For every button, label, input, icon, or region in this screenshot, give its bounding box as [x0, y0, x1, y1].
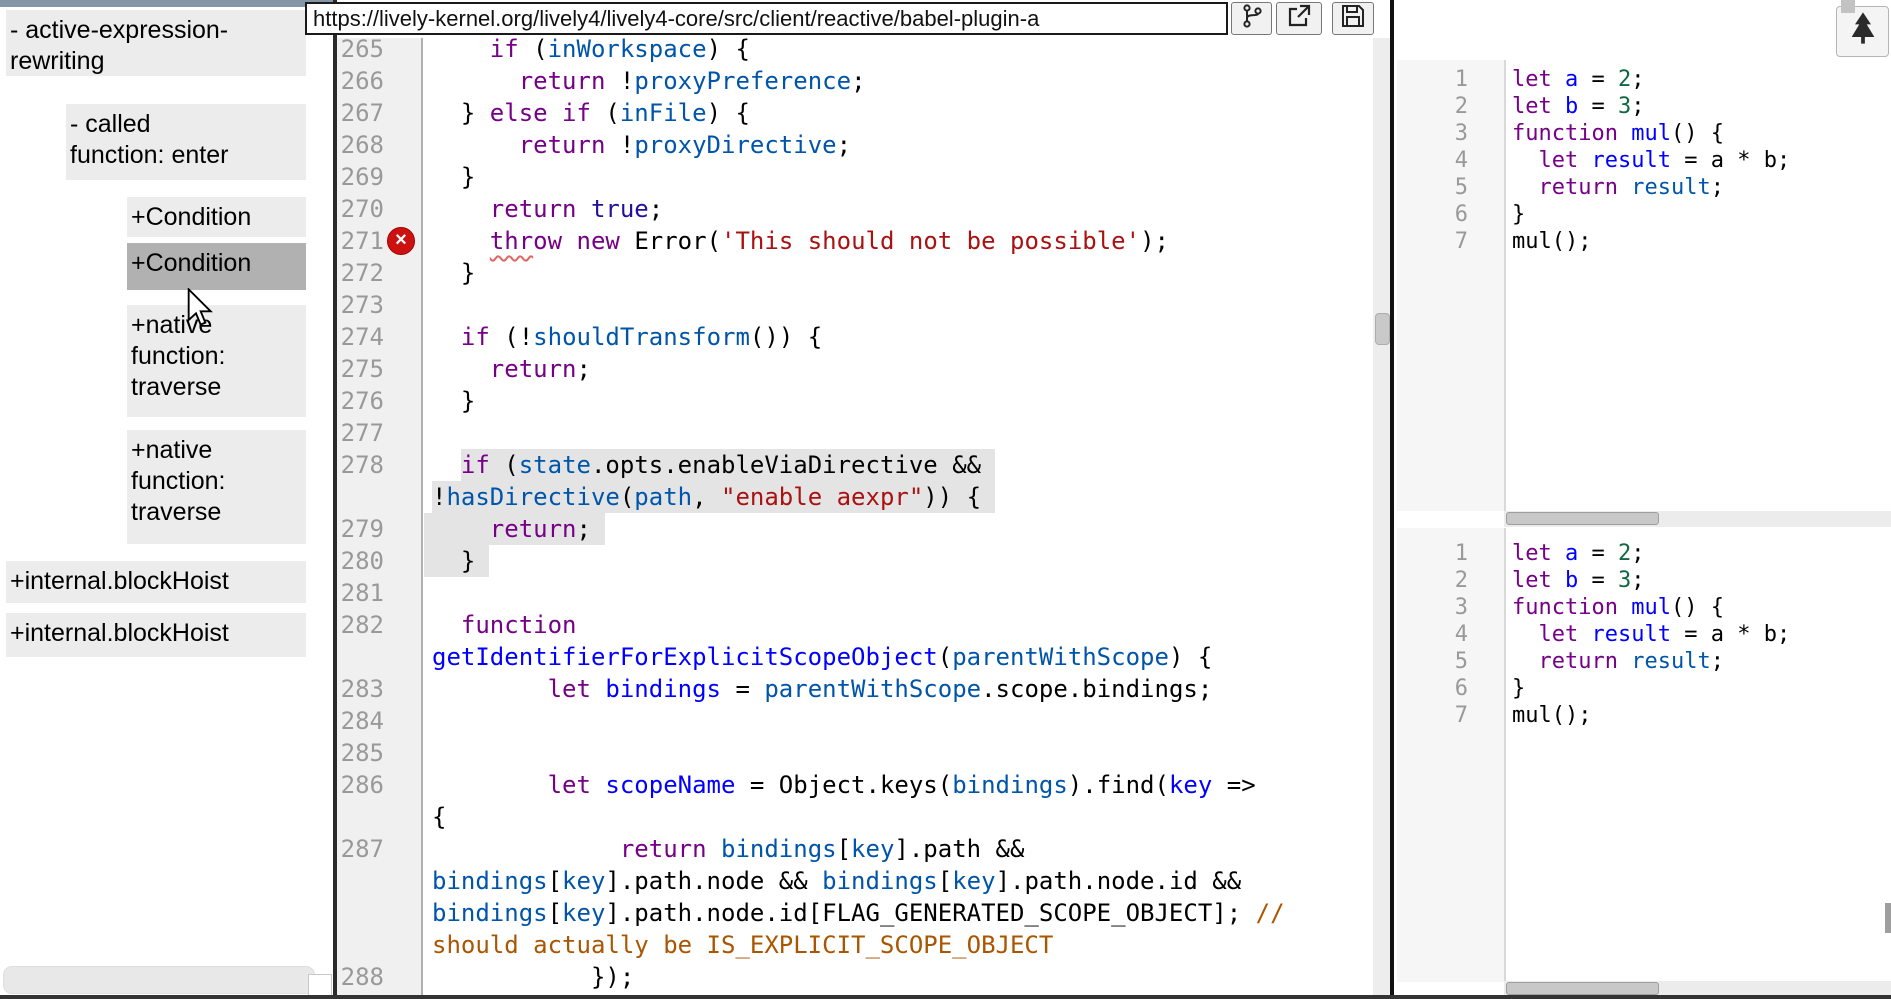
- snippet-code-line[interactable]: }: [1512, 201, 1525, 228]
- snippet-code-line[interactable]: let a = 2;: [1512, 66, 1645, 93]
- code-line[interactable]: should actually be IS_EXPLICIT_SCOPE_OBJ…: [337, 929, 1373, 961]
- snippet-code-line[interactable]: }: [1512, 675, 1525, 702]
- tree-item-0[interactable]: - active-expression- rewriting: [6, 10, 306, 76]
- sidebar-scrollbar-corner: [308, 974, 332, 997]
- code-line[interactable]: return !proxyPreference;: [337, 65, 1373, 97]
- code-line[interactable]: [337, 577, 1373, 609]
- tree-item-6[interactable]: +internal.blockHoist: [6, 561, 306, 603]
- code-line[interactable]: let scopeName = Object.keys(bindings).fi…: [337, 769, 1373, 801]
- snippet-scrollbar-thumb[interactable]: [1506, 982, 1659, 995]
- code-line[interactable]: [337, 737, 1373, 769]
- snippet-code-line[interactable]: mul();: [1512, 228, 1591, 255]
- code-line[interactable]: return true;: [337, 193, 1373, 225]
- code-line[interactable]: function: [337, 609, 1373, 641]
- snippet-gutter-separator: [1504, 60, 1506, 511]
- code-line[interactable]: } else if (inFile) {: [337, 97, 1373, 129]
- snippet-line-number: 3: [1397, 120, 1468, 147]
- code-line[interactable]: return;: [337, 353, 1373, 385]
- error-marker-icon[interactable]: ×: [387, 227, 415, 255]
- code-snippet-panel: 1 let a = 2; 2 let b = 3; 3 function mul() { 4…: [1394, 0, 1891, 996]
- code-line[interactable]: throw new Error('This should not be poss…: [337, 225, 1373, 257]
- snippet-line-number: 2: [1397, 567, 1468, 594]
- tree-item-3[interactable]: +Condition: [127, 243, 306, 290]
- snippet-line-number: 1: [1397, 66, 1468, 93]
- snippet-gutter-separator: [1504, 528, 1506, 982]
- code-line[interactable]: return bindings[key].path &&: [337, 833, 1373, 865]
- open-external-icon: [1286, 3, 1312, 34]
- panel-scrollbar-thumb[interactable]: [1841, 0, 1855, 13]
- code-line[interactable]: });: [337, 961, 1373, 993]
- snippet-line-number: 5: [1397, 648, 1468, 675]
- code-line[interactable]: }: [337, 385, 1373, 417]
- save-icon: [1340, 3, 1366, 34]
- snippet-line-number: 6: [1397, 675, 1468, 702]
- snippet-horizontal-scrollbar[interactable]: [1504, 511, 1891, 527]
- git-branch-button[interactable]: [1231, 2, 1272, 35]
- tree-item-7[interactable]: +internal.blockHoist: [6, 613, 306, 657]
- fir-tree-icon: [1847, 11, 1879, 52]
- code-line[interactable]: }: [337, 257, 1373, 289]
- lively-ide-window: - active-expression- rewriting - called f…: [0, 0, 1891, 999]
- save-button[interactable]: [1332, 2, 1374, 35]
- snippet-line-number: 5: [1397, 174, 1468, 201]
- snippet-code-line[interactable]: function mul() {: [1512, 594, 1724, 621]
- code-line[interactable]: if (state.opts.enableViaDirective &&: [337, 449, 1373, 481]
- snippet-code-line[interactable]: let result = a * b;: [1512, 621, 1790, 648]
- panel-scrollbar-bit[interactable]: [1885, 903, 1891, 933]
- open-external-button[interactable]: [1276, 2, 1322, 35]
- snippet-code-line[interactable]: let b = 3;: [1512, 567, 1645, 594]
- snippet-line-number: 4: [1397, 621, 1468, 648]
- url-input[interactable]: [305, 2, 1228, 35]
- code-line[interactable]: !hasDirective(path, "enable aexpr")) {: [337, 481, 1373, 513]
- snippet-line-number: 7: [1397, 228, 1468, 255]
- snippet-line-number: 2: [1397, 93, 1468, 120]
- tree-item-2[interactable]: +Condition: [127, 197, 306, 237]
- tree-item-4[interactable]: +native function: traverse: [127, 305, 306, 417]
- code-line[interactable]: }: [337, 545, 1373, 577]
- code-line[interactable]: bindings[key].path.node && bindings[key]…: [337, 865, 1373, 897]
- sidebar-horizontal-scrollbar[interactable]: [3, 966, 315, 994]
- snippet-code-line[interactable]: function mul() {: [1512, 120, 1724, 147]
- code-line[interactable]: [337, 705, 1373, 737]
- sidebar-top-accent-bar: [0, 0, 333, 7]
- trace-tree-sidebar: - active-expression- rewriting - called f…: [0, 0, 333, 996]
- tree-item-5[interactable]: +native function: traverse: [127, 430, 306, 544]
- code-line[interactable]: return !proxyDirective;: [337, 129, 1373, 161]
- code-line[interactable]: let bindings = parentWithScope.scope.bin…: [337, 673, 1373, 705]
- code-line[interactable]: return;: [337, 513, 1373, 545]
- code-line[interactable]: [337, 289, 1373, 321]
- snippet-line-number: 7: [1397, 702, 1468, 729]
- snippet-code-line[interactable]: let b = 3;: [1512, 93, 1645, 120]
- editor-vertical-scrollbar[interactable]: [1373, 0, 1390, 996]
- editor-scrollbar-thumb[interactable]: [1375, 313, 1390, 345]
- snippet-code-line[interactable]: return result;: [1512, 174, 1724, 201]
- window-bottom-border: [0, 995, 1891, 999]
- snippet-line-number: 4: [1397, 147, 1468, 174]
- code-line[interactable]: }: [337, 161, 1373, 193]
- code-line[interactable]: getIdentifierForExplicitScopeObject(pare…: [337, 641, 1373, 673]
- snippet-scrollbar-thumb[interactable]: [1506, 512, 1659, 525]
- snippet-code-line[interactable]: return result;: [1512, 648, 1724, 675]
- snippet-line-number: 3: [1397, 594, 1468, 621]
- code-line[interactable]: if (!shouldTransform()) {: [337, 321, 1373, 353]
- tree-item-1[interactable]: - called function: enter: [66, 104, 306, 180]
- snippet-code-line[interactable]: let a = 2;: [1512, 540, 1645, 567]
- code-line[interactable]: [337, 417, 1373, 449]
- git-branch-icon: [1240, 3, 1264, 34]
- code-line[interactable]: bindings[key].path.node.id[FLAG_GENERATE…: [337, 897, 1373, 929]
- snippet-line-number: 6: [1397, 201, 1468, 228]
- code-editor[interactable]: 265 if (inWorkspace) {266 return !proxyP…: [337, 0, 1373, 996]
- code-line[interactable]: {: [337, 801, 1373, 833]
- mouse-cursor: [186, 288, 214, 333]
- snippet-line-number: 1: [1397, 540, 1468, 567]
- snippet-code-line[interactable]: let result = a * b;: [1512, 147, 1790, 174]
- tree-view-button[interactable]: [1836, 6, 1889, 57]
- snippet-code-line[interactable]: mul();: [1512, 702, 1591, 729]
